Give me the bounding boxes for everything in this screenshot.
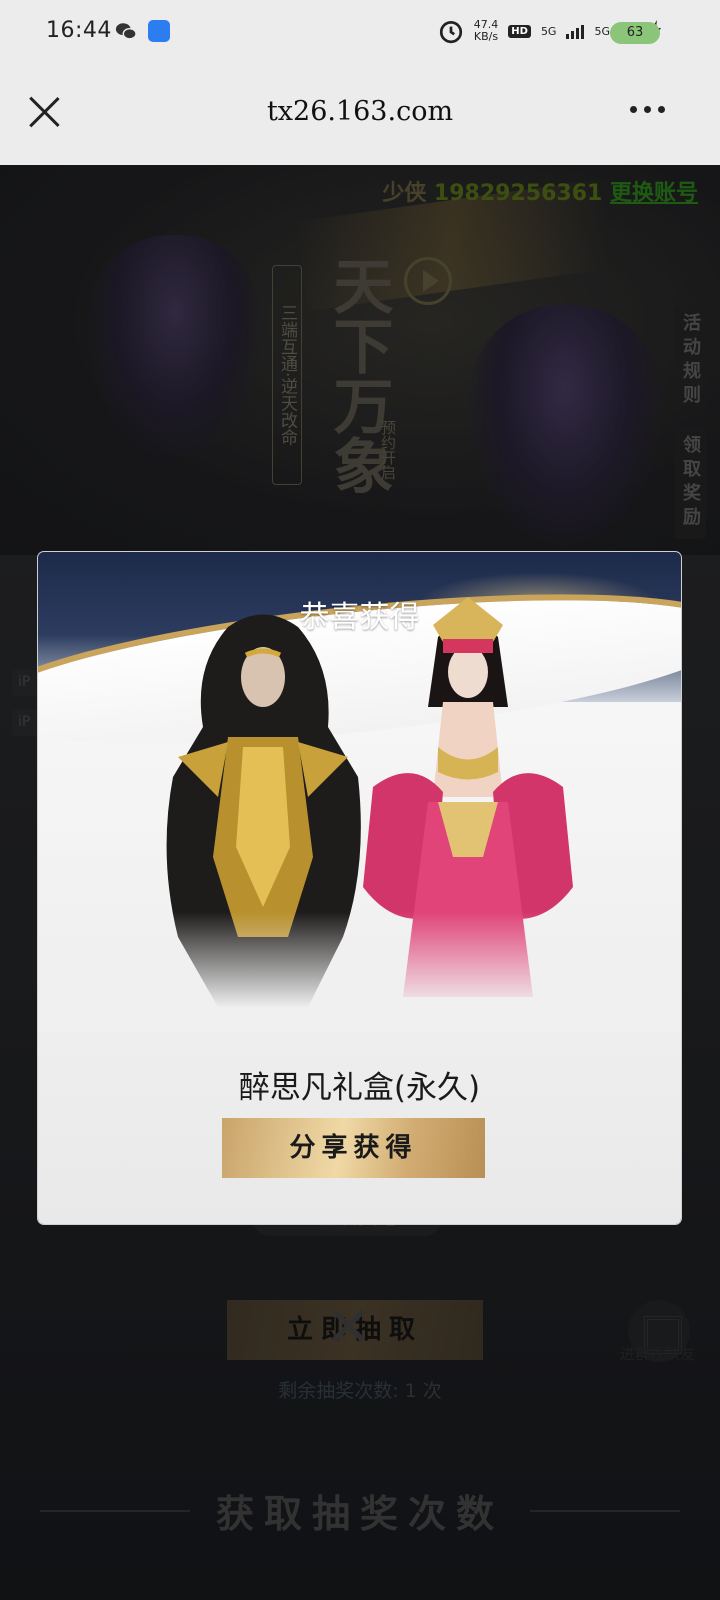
signal-bars-1-icon bbox=[566, 23, 585, 39]
battery-level: 63 bbox=[610, 22, 660, 44]
status-bar: 16:44 47.4 KB/s HD 5G 5G 63 bbox=[0, 0, 720, 64]
character-fade bbox=[38, 912, 681, 1032]
browser-toolbar: tx26.163.com bbox=[0, 64, 720, 165]
signal-label-1: 5G bbox=[540, 24, 557, 38]
more-options-icon[interactable] bbox=[630, 106, 665, 113]
share-button[interactable]: 分享获得 bbox=[222, 1118, 485, 1178]
page-url: tx26.163.com bbox=[266, 96, 454, 127]
signal-label-2: 5G bbox=[594, 24, 610, 38]
app-notification-icon bbox=[148, 20, 170, 42]
network-speed-unit: KB/s bbox=[473, 30, 499, 43]
hd-badge: HD bbox=[508, 24, 531, 38]
network-speed: 47.4 KB/s bbox=[474, 19, 499, 43]
prize-name: 醉思凡礼盒(永久) bbox=[238, 1070, 481, 1106]
wechat-icon bbox=[115, 23, 137, 40]
alarm-icon bbox=[439, 20, 462, 44]
reward-modal: 恭喜获得 醉思凡礼盒(永久) 分享获得 bbox=[38, 552, 681, 1224]
status-time: 16:44 bbox=[46, 18, 112, 43]
